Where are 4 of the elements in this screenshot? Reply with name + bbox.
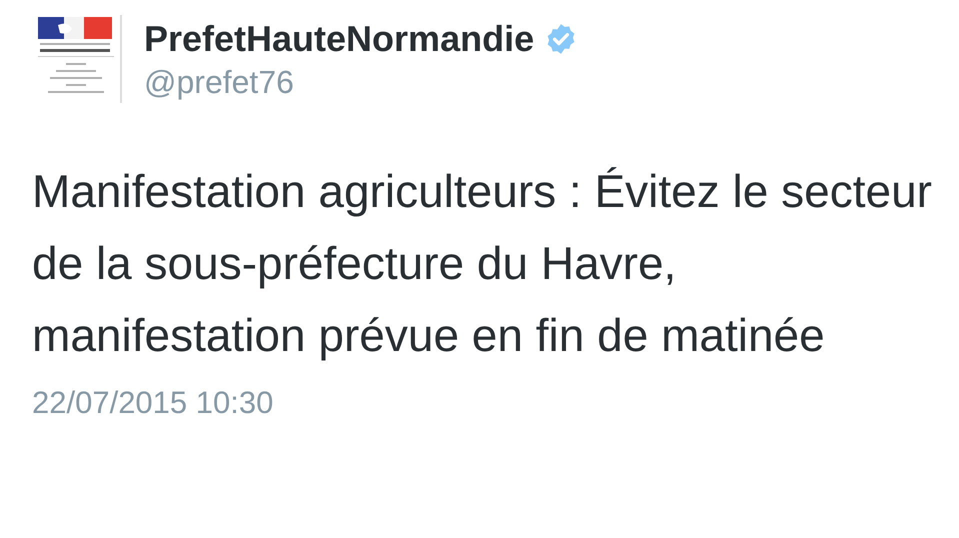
account-handle: @prefet76: [144, 63, 295, 102]
tweet-text: Manifestation agriculteurs : Évitez le secteur de la sous-préfecture du Havre, manifestation prévue en fin de matinée: [32, 164, 932, 363]
account-name: PrefetHauteNormandie: [144, 17, 534, 61]
tweet-timestamp: 22/07/2015 10:30: [32, 385, 274, 421]
